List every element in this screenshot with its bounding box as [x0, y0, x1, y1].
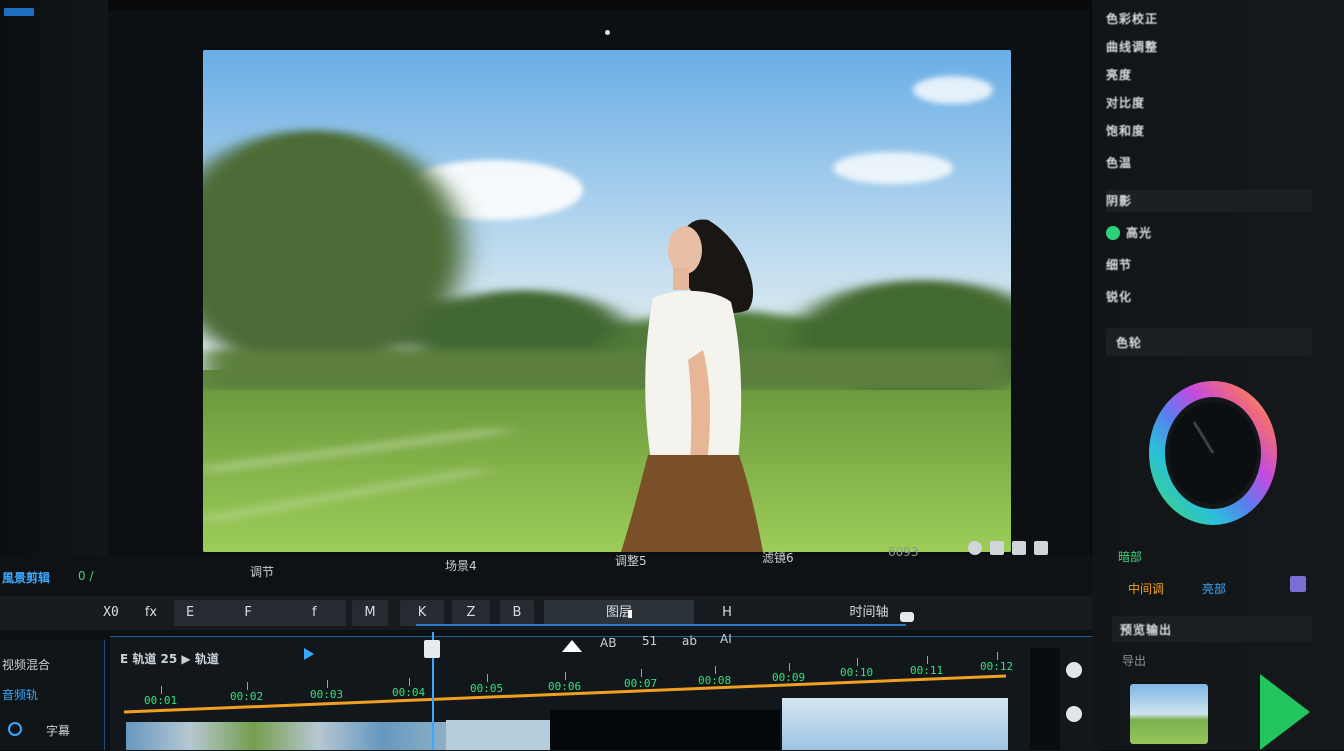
tool-histogram[interactable]: H: [712, 600, 742, 626]
inspector-row-4[interactable]: 对比度: [1106, 92, 1312, 114]
inspector-row-3[interactable]: 亮度: [1106, 64, 1312, 86]
fullscreen-icon[interactable]: [1034, 541, 1048, 555]
viewer-dot: [605, 30, 610, 35]
preview-output-title: 预览输出: [1120, 623, 1173, 637]
preview-frame-image: [203, 50, 1011, 552]
label-export: 导出: [1122, 654, 1147, 668]
thumbnail-preview[interactable]: [1130, 684, 1208, 744]
video-clip-4[interactable]: [782, 698, 1008, 750]
inspector-row-6[interactable]: 色温: [1106, 152, 1312, 174]
color-wheel-header[interactable]: 色轮: [1106, 328, 1312, 356]
status-bar: [0, 556, 1092, 596]
status-item-3[interactable]: 调整5: [615, 552, 647, 569]
track-label-video[interactable]: 视频混合: [2, 656, 50, 673]
record-icon[interactable]: [968, 541, 982, 555]
status-item-1[interactable]: 调节: [250, 563, 274, 580]
toggle-on-icon[interactable]: [1106, 225, 1120, 240]
status-item-2[interactable]: 场景4: [445, 557, 477, 574]
video-preview[interactable]: [203, 50, 1011, 552]
inspector-row-9[interactable]: 细节: [1106, 254, 1312, 276]
track-label-audio[interactable]: 音频轨: [2, 686, 38, 703]
tool-fx-label: f: [311, 605, 317, 620]
center-icon-1[interactable]: AB: [600, 636, 616, 650]
video-clip-1[interactable]: [126, 722, 446, 750]
project-title: 風景剪辑: [2, 571, 51, 585]
range-end-handle[interactable]: [900, 612, 914, 622]
timeline-play-icon[interactable]: [304, 648, 314, 660]
center-icon-4[interactable]: AI: [720, 632, 732, 646]
tool-zoom[interactable]: Z: [452, 600, 490, 626]
tool-layer[interactable]: 图层: [544, 600, 694, 626]
timeline-range[interactable]: [416, 624, 906, 626]
left-panel-indicator: [4, 8, 34, 16]
grid-icon[interactable]: [1012, 541, 1026, 555]
tool-fade-label: F: [244, 605, 252, 620]
color-wheel[interactable]: [1148, 376, 1278, 530]
label-midtones: 中间调: [1128, 582, 1165, 596]
inspector-row-8[interactable]: 高光: [1106, 222, 1312, 244]
status-item-5: 6093: [888, 545, 919, 559]
track-eye-icon[interactable]: [8, 722, 22, 736]
left-panel: [0, 0, 108, 560]
tool-effects[interactable]: fx: [138, 600, 164, 626]
tool-transform[interactable]: X0: [96, 600, 126, 626]
camera-icon[interactable]: [990, 541, 1004, 555]
color-wheel-label: 色轮: [1116, 336, 1143, 350]
tool-edit-label: E: [186, 605, 195, 620]
inspector-row-10[interactable]: 锐化: [1106, 286, 1312, 308]
audio-icon[interactable]: [1066, 662, 1082, 678]
timeline-scrollbar[interactable]: [1030, 648, 1060, 750]
viewer-controls: [968, 541, 1048, 555]
mute-icon[interactable]: [1066, 706, 1082, 722]
inspector-row-7[interactable]: 阴影: [1106, 190, 1312, 212]
video-clip-2[interactable]: [446, 720, 550, 750]
center-icon-2[interactable]: 51: [642, 634, 657, 648]
inspector-row-2[interactable]: 曲线调整: [1106, 36, 1312, 58]
tool-row-handle[interactable]: [628, 610, 632, 618]
preview-output-header[interactable]: 预览输出: [1112, 616, 1312, 642]
playhead-handle[interactable]: [424, 640, 440, 658]
palette-icon[interactable]: [1290, 576, 1306, 592]
tool-edit-group[interactable]: E F f: [174, 600, 346, 626]
center-icon-3[interactable]: ab: [682, 634, 697, 648]
inspector-row-1[interactable]: 色彩校正: [1106, 8, 1312, 30]
timeline-header: E 轨道 25 ▶ 轨道: [120, 652, 219, 666]
tool-keyframe[interactable]: K: [400, 600, 444, 626]
frame-counter: 0 /: [78, 569, 94, 583]
label-highlights: 亮部: [1202, 582, 1227, 596]
label-shadows: 暗部: [1118, 550, 1143, 564]
upload-icon[interactable]: [562, 640, 582, 654]
tool-blend[interactable]: B: [500, 600, 534, 626]
status-item-4[interactable]: 滤镜6: [762, 549, 794, 566]
color-wheel-graphic[interactable]: [1148, 376, 1278, 530]
inspector-row-5[interactable]: 饱和度: [1106, 120, 1312, 142]
play-icon[interactable]: [1260, 674, 1310, 750]
track-label-subtitle[interactable]: 字幕: [46, 722, 70, 739]
video-clip-3[interactable]: [550, 710, 780, 750]
tool-mask[interactable]: M: [352, 600, 388, 626]
